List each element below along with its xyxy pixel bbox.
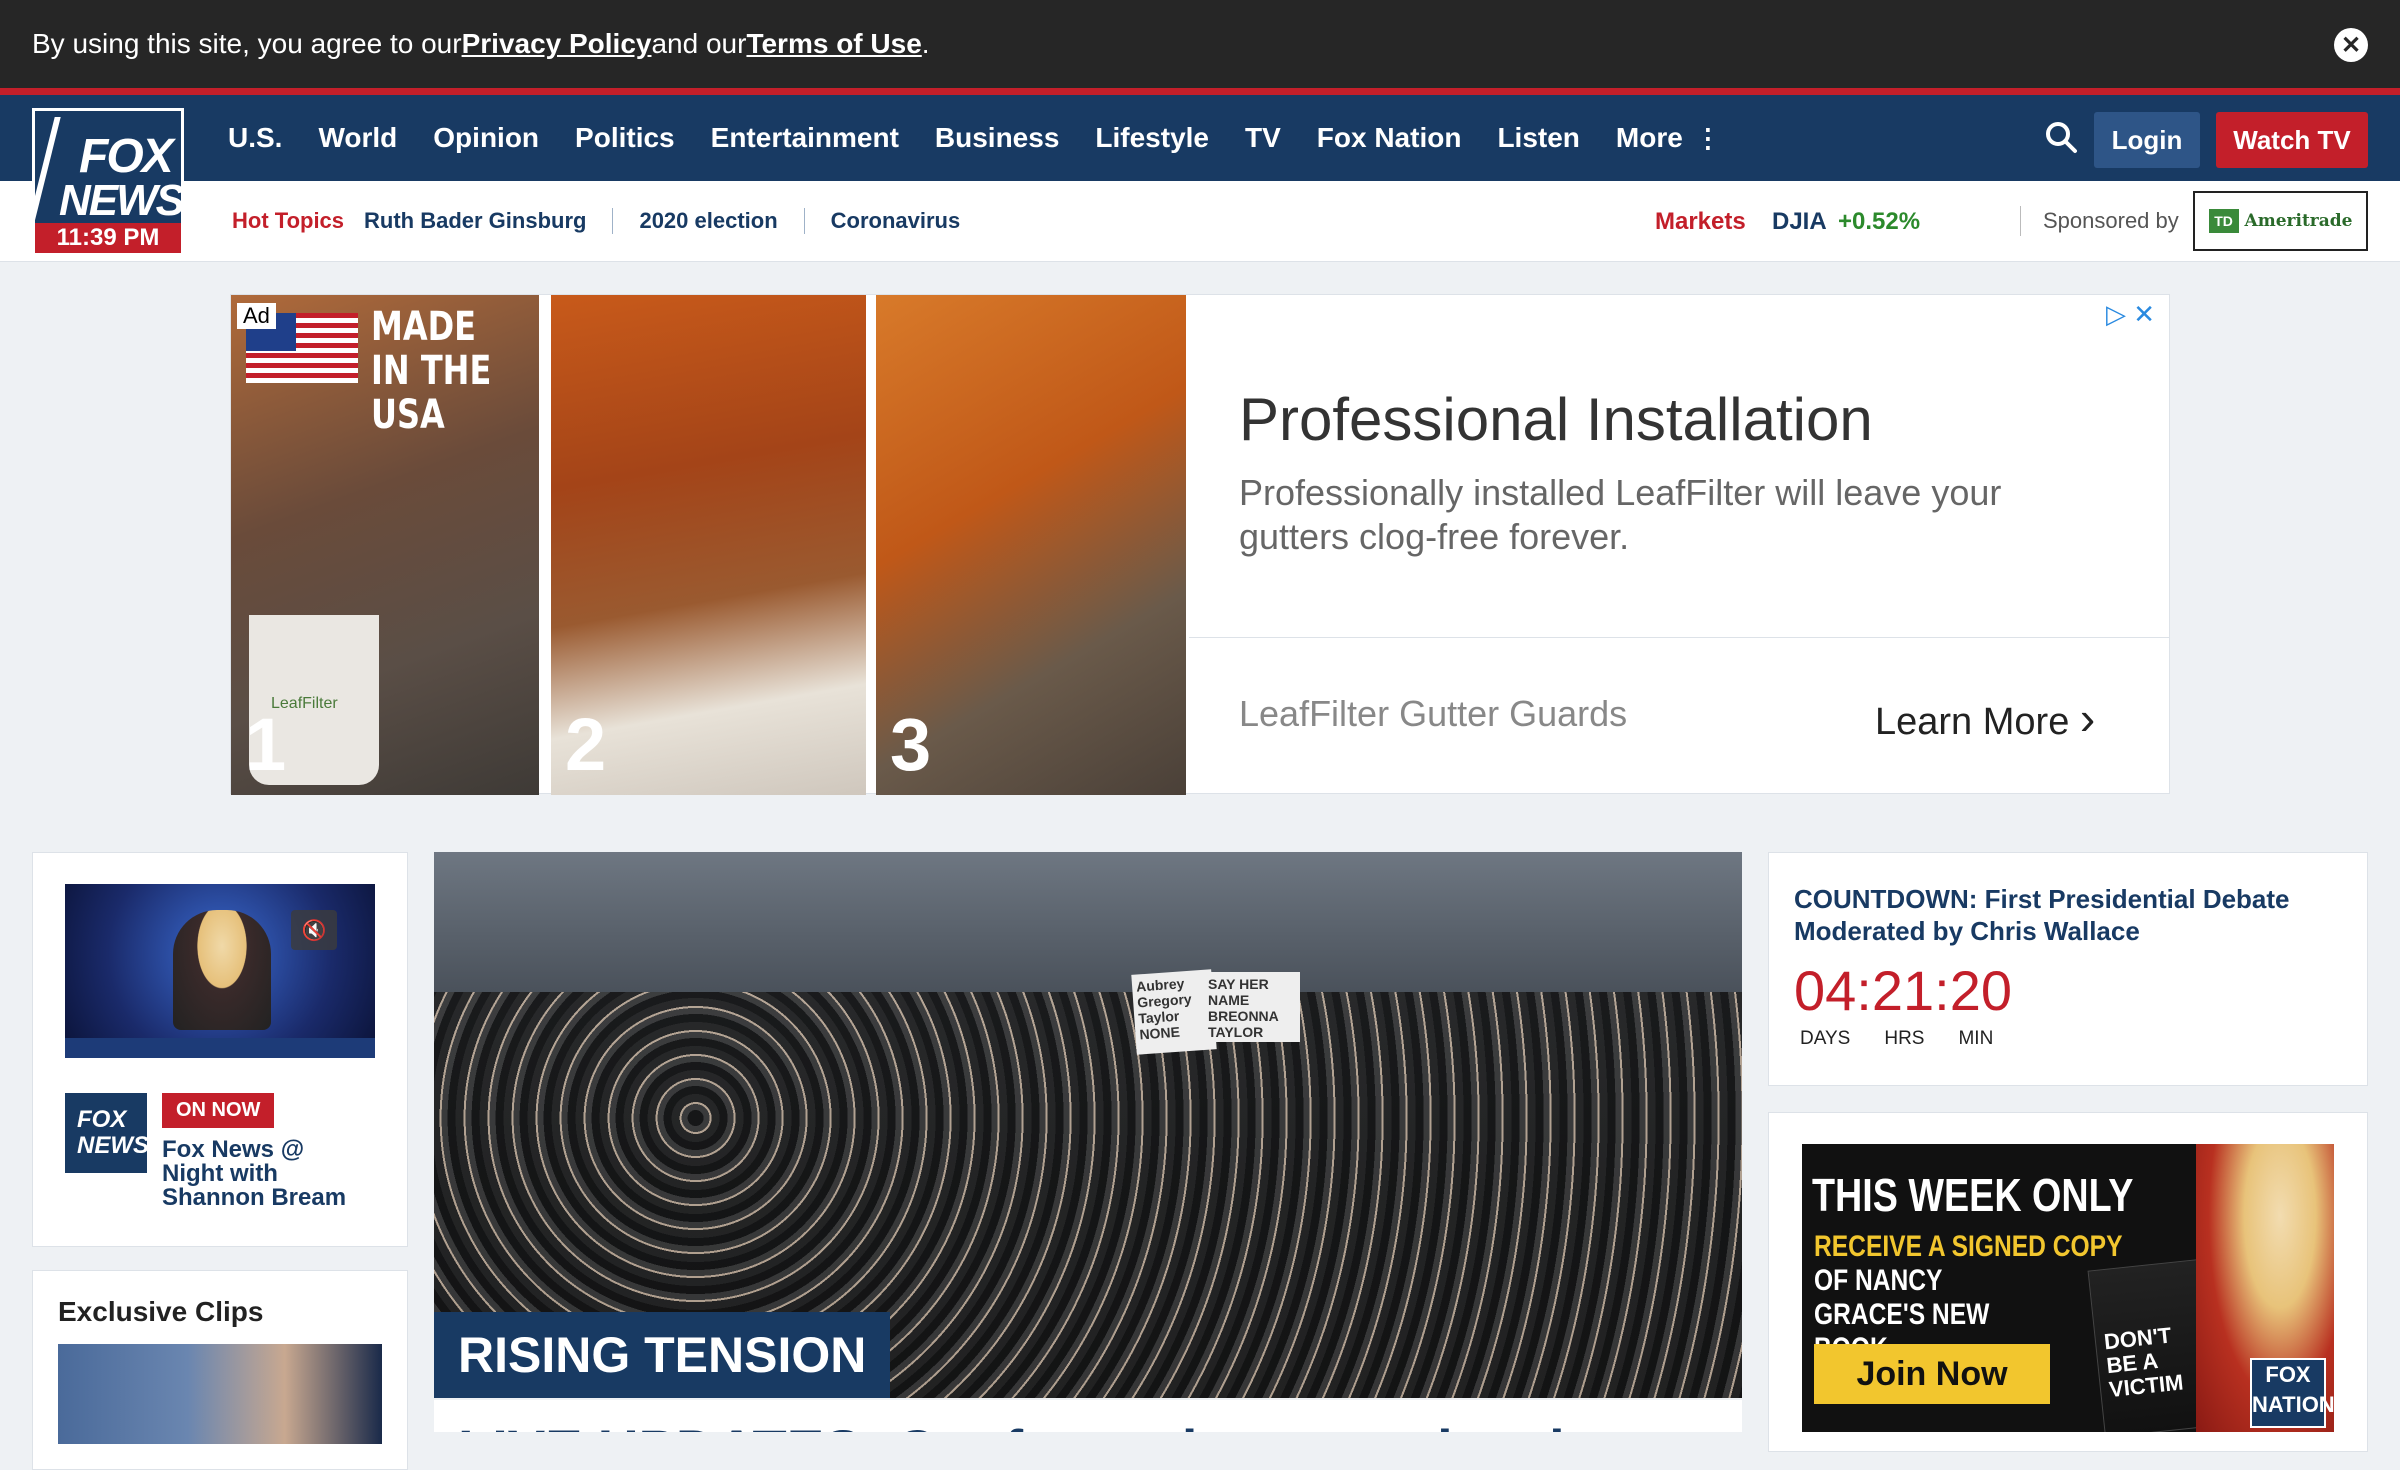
- chevron-right-icon: ›: [2079, 692, 2096, 744]
- djia-change: +0.52%: [1838, 208, 1921, 235]
- markets-link[interactable]: Markets: [1655, 208, 1746, 236]
- privacy-policy-link[interactable]: Privacy Policy: [462, 28, 652, 60]
- exclusive-clips-title: Exclusive Clips: [58, 1296, 264, 1327]
- show-title-link[interactable]: Fox News @ Night with Shannon Bream: [162, 1138, 372, 1210]
- protest-sign: SAY HER NAME BREONNA TAYLOR: [1204, 972, 1300, 1042]
- on-now-badge: ON NOW: [162, 1093, 275, 1128]
- minutes-label: MIN: [1958, 1028, 1994, 1049]
- topic-link[interactable]: 2020 election: [612, 208, 803, 234]
- cookie-text-middle: and our: [651, 28, 747, 59]
- nav-item-lifestyle[interactable]: Lifestyle: [1095, 122, 1209, 154]
- countdown-labels: DAYS HRS MIN: [1800, 1028, 2027, 1050]
- nav-item-tv[interactable]: TV: [1245, 122, 1281, 154]
- nav-item-entertainment[interactable]: Entertainment: [711, 122, 899, 154]
- made-in-usa-text: MADE IN THE USA: [371, 304, 492, 438]
- hours-label: HRS: [1884, 1028, 1925, 1049]
- nav-item-us[interactable]: U.S.: [228, 122, 282, 154]
- topic-link[interactable]: Coronavirus: [803, 208, 987, 234]
- watch-tv-button[interactable]: Watch TV: [2216, 112, 2368, 168]
- join-now-button[interactable]: Join Now: [1814, 1344, 2050, 1404]
- more-dots-icon[interactable]: ⋮: [1695, 123, 1721, 154]
- ad-headline: Professional Installation: [1239, 386, 1873, 453]
- fox-news-channel-logo: FOX NEWS: [65, 1093, 149, 1173]
- countdown-title[interactable]: COUNTDOWN: First Presidential Debate Mod…: [1794, 883, 2314, 947]
- ad-photo-2: 2: [551, 295, 866, 795]
- ad-badge: Ad: [237, 303, 276, 329]
- nav-item-politics[interactable]: Politics: [575, 122, 675, 154]
- days-label: DAYS: [1800, 1028, 1851, 1049]
- nav-item-world[interactable]: World: [318, 122, 397, 154]
- topic-link[interactable]: Ruth Bader Ginsburg: [364, 208, 612, 234]
- lead-headline[interactable]: LIVE UPDATES: Confrontations escalate in…: [434, 1400, 1742, 1432]
- fox-nation-promo[interactable]: THIS WEEK ONLY RECEIVE A SIGNED COPY OF …: [1802, 1144, 2334, 1432]
- promo-subtitle: RECEIVE A SIGNED COPY: [1814, 1230, 2123, 1263]
- panel-number: 1: [245, 703, 287, 786]
- terms-of-use-link[interactable]: Terms of Use: [746, 28, 921, 60]
- cookie-text-suffix: .: [921, 28, 930, 59]
- ad-copy: ▷ ✕ Professional Installation Profession…: [1189, 295, 2169, 795]
- accent-divider: [0, 88, 2400, 95]
- nav-item-listen[interactable]: Listen: [1497, 122, 1579, 154]
- promo-title: THIS WEEK ONLY: [1812, 1169, 2134, 1221]
- video-ticker: [65, 1038, 375, 1058]
- ameritrade-wordmark: Ameritrade: [2244, 211, 2353, 231]
- news-anchor-image: [173, 910, 271, 1030]
- hot-topics-list: Ruth Bader Ginsburg 2020 election Corona…: [364, 208, 986, 234]
- td-mark: TD: [2208, 209, 2239, 233]
- panel-number: 3: [890, 703, 932, 786]
- sponsored-by-label: Sponsored by: [2020, 206, 2179, 236]
- logo-clock: 11:39 PM: [35, 223, 181, 253]
- fox-news-logo[interactable]: FOX NEWS 11:39 PM: [27, 108, 185, 256]
- close-icon[interactable]: ✕: [2334, 28, 2368, 62]
- djia-label[interactable]: DJIA: [1772, 208, 1827, 236]
- mute-icon[interactable]: 🔇: [291, 910, 337, 950]
- ad-divider: [1189, 637, 2169, 638]
- ad-photo-1: Ad MADE IN THE USA LeafFilter 1: [231, 295, 539, 795]
- clip-thumbnail[interactable]: [58, 1344, 382, 1444]
- search-icon[interactable]: [2044, 120, 2078, 154]
- ad-brand: LeafFilter Gutter Guards: [1239, 693, 1628, 734]
- nav-item-fox-nation[interactable]: Fox Nation: [1317, 122, 1462, 154]
- login-button[interactable]: Login: [2094, 112, 2200, 168]
- learn-more-button[interactable]: Learn More ›: [1875, 691, 2095, 745]
- adchoices-icon[interactable]: ▷ ✕: [2106, 299, 2155, 330]
- lead-story-image[interactable]: Aubrey Gregory Taylor NONE SAY HER NAME …: [434, 852, 1742, 1398]
- advertisement[interactable]: Ad MADE IN THE USA LeafFilter 1 2 3 ▷ ✕ …: [230, 294, 2170, 795]
- logo-line2: NEWS: [59, 176, 185, 225]
- learn-more-label: Learn More: [1875, 701, 2070, 743]
- td-ameritrade-logo[interactable]: TD Ameritrade: [2193, 191, 2368, 251]
- panel-number: 2: [565, 703, 607, 786]
- fox-nation-logo: FOX NATION: [2250, 1358, 2334, 1428]
- ad-body: Professionally installed LeafFilter will…: [1239, 472, 2002, 557]
- nav-item-opinion[interactable]: Opinion: [433, 122, 539, 154]
- nav-item-more[interactable]: More: [1616, 122, 1683, 154]
- countdown-timer: 04:21:20: [1794, 959, 2012, 1022]
- nav-item-business[interactable]: Business: [935, 122, 1060, 154]
- ad-photo-3: 3: [876, 295, 1186, 795]
- logo-line1: FOX: [79, 130, 174, 183]
- hot-topics-label: Hot Topics: [232, 208, 345, 233]
- live-video-player[interactable]: 🔇: [65, 884, 375, 1058]
- story-kicker: RISING TENSION: [434, 1312, 891, 1398]
- cookie-banner: By using this site, you agree to our Pri…: [0, 0, 2400, 88]
- cookie-text-prefix: By using this site, you agree to our: [32, 28, 462, 59]
- nav-menu: U.S. World Opinion Politics Entertainmen…: [228, 95, 1757, 181]
